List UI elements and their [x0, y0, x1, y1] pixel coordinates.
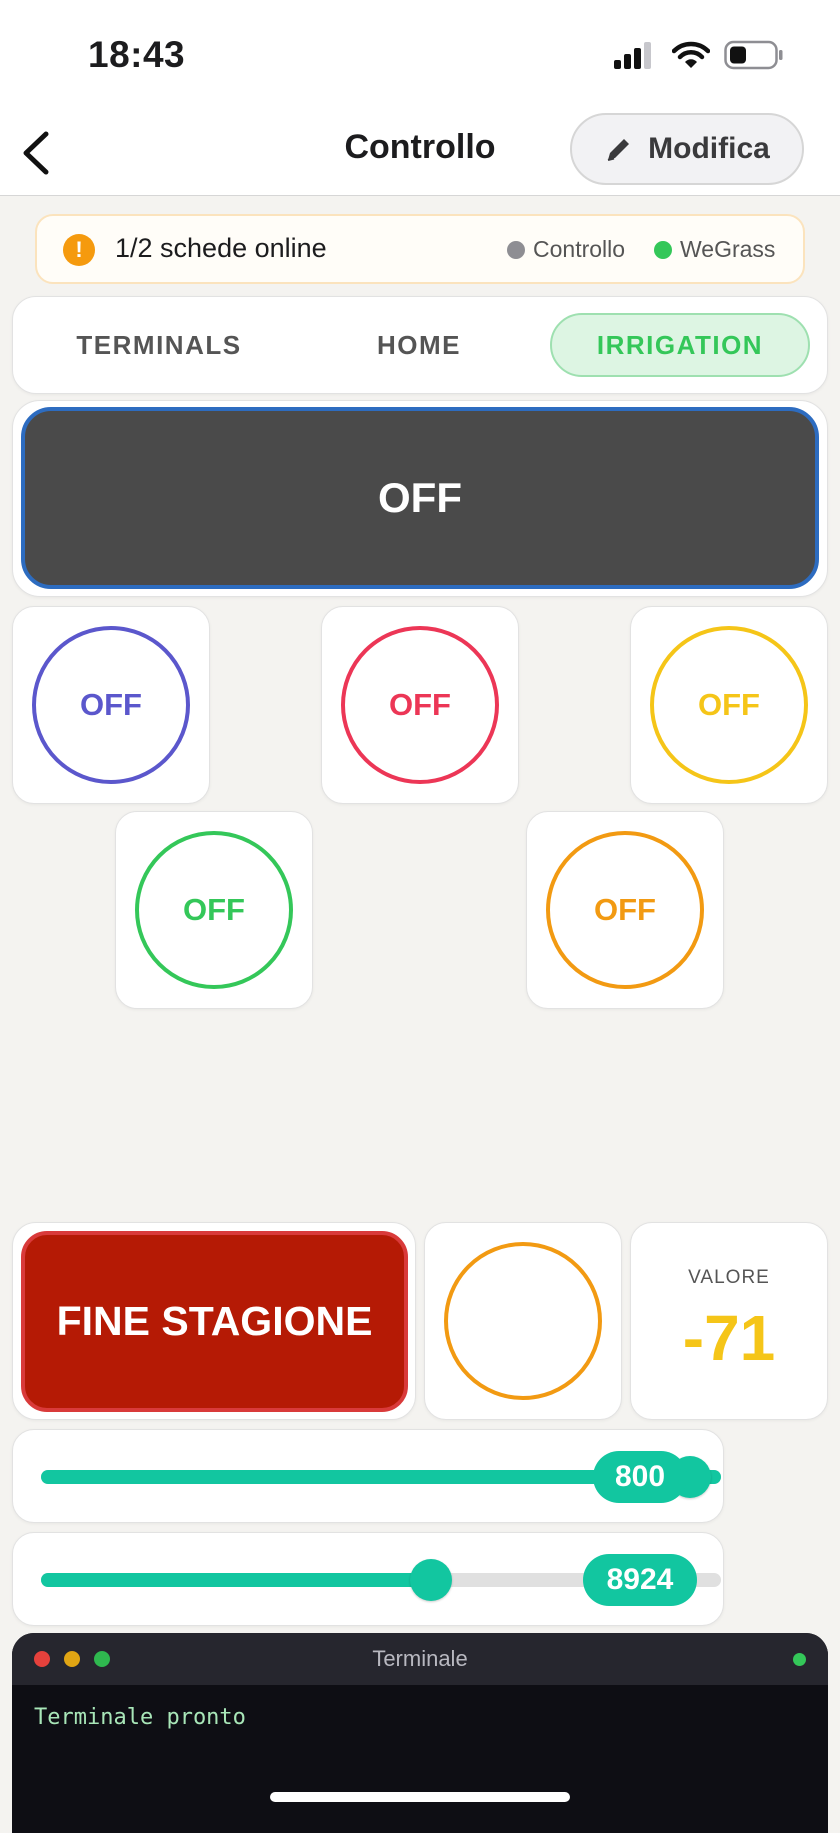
warning-icon: ! [63, 234, 95, 266]
zone-toggle-button[interactable]: OFF [341, 626, 499, 784]
value-readout: -71 [682, 1302, 776, 1374]
zone-card: OFF [321, 606, 519, 804]
battery-icon [724, 40, 783, 70]
pencil-icon [607, 139, 630, 161]
terminal-titlebar: Terminale [12, 1633, 828, 1685]
nav-bar: Controllo Modifica [0, 112, 840, 196]
slider-card: 800 [12, 1429, 724, 1523]
home-indicator [270, 1792, 570, 1802]
terminal-output: Terminale pronto [34, 1705, 246, 1730]
edit-button[interactable]: Modifica [570, 113, 804, 185]
zone-toggle-button[interactable]: OFF [32, 626, 190, 784]
indicator-card [424, 1222, 622, 1420]
indicator-light[interactable] [444, 1242, 602, 1400]
cellular-signal-icon [614, 42, 651, 69]
value-card: VALORE -71 [630, 1222, 828, 1420]
slider-fill [41, 1573, 441, 1587]
zone-card: OFF [115, 811, 313, 1009]
terminal-status-dot [793, 1653, 806, 1666]
edit-label: Modifica [648, 132, 770, 165]
slider-thumb[interactable] [410, 1559, 452, 1601]
value-label: VALORE [688, 1267, 770, 1288]
online-count: 1/2 schede online [115, 233, 327, 263]
slider-value: 800 [593, 1451, 687, 1503]
board-label-controllo: Controllo [533, 236, 626, 262]
zone-toggle-button[interactable]: OFF [650, 626, 808, 784]
wifi-icon [672, 41, 710, 68]
board-status-dot-controllo [507, 241, 525, 259]
zone-toggle-button[interactable]: OFF [135, 831, 293, 989]
slider-value: 8924 [583, 1554, 697, 1606]
board-label-wegrass: WeGrass [680, 236, 776, 262]
end-season-button[interactable]: FINE STAGIONE [21, 1231, 408, 1412]
status-time: 18:43 [88, 34, 186, 75]
zone-toggle-button[interactable]: OFF [546, 831, 704, 989]
tab-irrigation[interactable]: IRRIGATION [550, 313, 810, 377]
online-status-banner: ! 1/2 schede online Controllo WeGrass [35, 214, 805, 284]
terminal-panel: Terminale Terminale pronto [12, 1633, 828, 1833]
slider-card: 8924 [12, 1532, 724, 1626]
main-toggle-button[interactable]: OFF [21, 407, 819, 589]
zone-card: OFF [630, 606, 828, 804]
board-status-dot-wegrass [654, 241, 672, 259]
status-bar: 18:43 [0, 0, 840, 112]
tab-terminals[interactable]: TERMINALS [28, 313, 290, 377]
terminal-title: Terminale [372, 1646, 468, 1671]
zone-card: OFF [12, 606, 210, 804]
zone-card: OFF [526, 811, 724, 1009]
tab-home[interactable]: HOME [290, 313, 548, 377]
